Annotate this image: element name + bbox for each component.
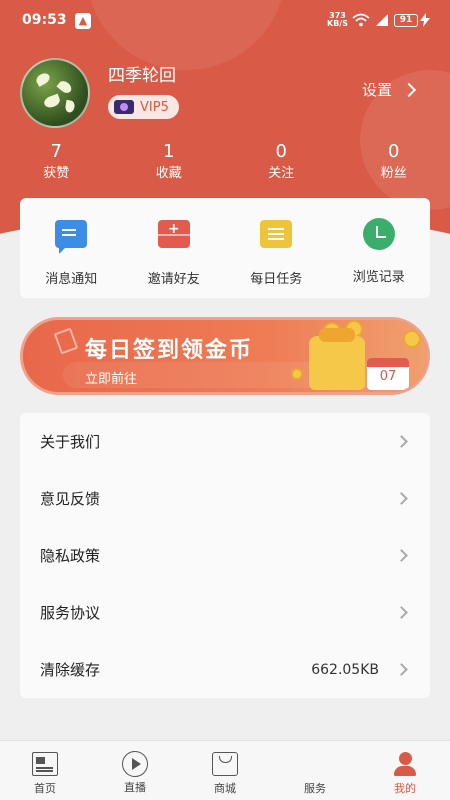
menu-item-label: 清除缓存 bbox=[40, 661, 101, 679]
vip-icon bbox=[114, 100, 134, 114]
chevron-right-icon bbox=[401, 82, 417, 97]
banner-title: 每日签到领金币 bbox=[85, 338, 254, 363]
status-time: 09:53 bbox=[22, 12, 67, 28]
home-icon bbox=[32, 752, 58, 776]
vip-badge[interactable]: VIP5 bbox=[108, 95, 179, 119]
bottom-tab-bar: 首页 直播 商城 服务 我的 bbox=[0, 740, 450, 800]
stat-value: 7 bbox=[50, 141, 62, 162]
avatar-flower bbox=[64, 99, 76, 114]
menu-item-label: 服务协议 bbox=[40, 604, 101, 622]
network-speed: 373 KB/S bbox=[327, 12, 348, 28]
tab-mall[interactable]: 商城 bbox=[180, 741, 270, 800]
settings-menu: 关于我们 意见反馈 隐私政策 服务协议 清除缓存 662.05KB bbox=[20, 413, 430, 698]
stat-value: 0 bbox=[275, 141, 287, 162]
task-icon bbox=[260, 220, 293, 248]
avatar-flower bbox=[34, 71, 52, 87]
stat-value: 1 bbox=[163, 141, 175, 162]
checkin-banner[interactable]: 每日签到领金币 立即前往 07 bbox=[20, 317, 430, 395]
menu-item-clear-cache[interactable]: 清除缓存 662.05KB bbox=[20, 641, 430, 698]
coin-icon bbox=[291, 368, 303, 380]
quick-action-label: 浏览记录 bbox=[352, 270, 405, 285]
calendar-day: 07 bbox=[379, 369, 397, 384]
wifi-icon bbox=[352, 13, 370, 27]
avatar-flower bbox=[56, 78, 74, 96]
quick-action-label: 消息通知 bbox=[45, 272, 98, 287]
settings-label: 设置 bbox=[362, 81, 393, 99]
mall-icon bbox=[212, 752, 238, 776]
chevron-right-icon bbox=[395, 606, 408, 619]
service-icon bbox=[302, 752, 328, 776]
chevron-right-icon bbox=[395, 549, 408, 562]
notification-app-icon: ▲ bbox=[75, 13, 91, 29]
avatar[interactable] bbox=[20, 58, 90, 128]
banner-subtitle: 立即前往 bbox=[85, 372, 138, 387]
stat-following[interactable]: 0 关注 bbox=[225, 140, 338, 184]
stat-label: 关注 bbox=[268, 166, 295, 181]
quick-action-history[interactable]: 浏览记录 bbox=[328, 198, 431, 298]
quick-action-daily-task[interactable]: 每日任务 bbox=[225, 198, 328, 298]
stat-favorites[interactable]: 1 收藏 bbox=[113, 140, 226, 184]
chevron-right-icon bbox=[395, 492, 408, 505]
gold-bag-icon bbox=[309, 328, 365, 390]
status-bar: 09:53 ▲ 373 KB/S 91 bbox=[0, 0, 450, 42]
tab-label: 商城 bbox=[214, 782, 236, 795]
signal-icon bbox=[376, 14, 388, 26]
battery-icon: 91 bbox=[394, 14, 418, 27]
quick-action-label: 邀请好友 bbox=[147, 272, 200, 287]
coin-icon bbox=[403, 330, 421, 348]
history-icon bbox=[362, 218, 395, 250]
quick-actions-card: 消息通知 邀请好友 每日任务 浏览记录 bbox=[20, 198, 430, 298]
menu-item-label: 意见反馈 bbox=[40, 490, 101, 508]
avatar-flower bbox=[42, 93, 62, 110]
menu-item-terms[interactable]: 服务协议 bbox=[20, 584, 430, 641]
tab-label: 我的 bbox=[394, 782, 416, 795]
menu-item-label: 隐私政策 bbox=[40, 547, 101, 565]
stat-likes[interactable]: 7 获赞 bbox=[0, 140, 113, 184]
vip-label: VIP5 bbox=[140, 99, 169, 115]
stat-followers[interactable]: 0 粉丝 bbox=[338, 140, 450, 184]
quick-action-invite[interactable]: 邀请好友 bbox=[123, 198, 226, 298]
tab-service[interactable]: 服务 bbox=[270, 741, 360, 800]
tab-label: 服务 bbox=[304, 782, 326, 795]
tab-label: 首页 bbox=[34, 782, 56, 795]
network-speed-unit: KB/S bbox=[327, 19, 348, 28]
stat-label: 获赞 bbox=[43, 166, 70, 181]
invite-icon bbox=[157, 220, 190, 248]
stat-label: 粉丝 bbox=[380, 166, 407, 181]
stat-label: 收藏 bbox=[155, 166, 182, 181]
tab-me[interactable]: 我的 bbox=[360, 741, 450, 800]
menu-item-privacy[interactable]: 隐私政策 bbox=[20, 527, 430, 584]
chevron-right-icon bbox=[395, 663, 408, 676]
menu-item-label: 关于我们 bbox=[40, 433, 101, 451]
username[interactable]: 四季轮回 bbox=[108, 61, 176, 86]
charging-icon bbox=[420, 13, 430, 27]
tab-live[interactable]: 直播 bbox=[90, 741, 180, 800]
menu-item-feedback[interactable]: 意见反馈 bbox=[20, 470, 430, 527]
quick-action-label: 每日任务 bbox=[250, 272, 303, 287]
stats-row: 7 获赞 1 收藏 0 关注 0 粉丝 bbox=[0, 140, 450, 184]
settings-button[interactable]: 设置 bbox=[362, 79, 417, 100]
stat-value: 0 bbox=[388, 141, 400, 162]
chevron-right-icon bbox=[395, 435, 408, 448]
cache-size: 662.05KB bbox=[311, 661, 379, 678]
me-icon bbox=[392, 752, 418, 776]
menu-item-about[interactable]: 关于我们 bbox=[20, 413, 430, 470]
calendar-icon: 07 bbox=[367, 358, 409, 390]
tab-label: 直播 bbox=[124, 781, 146, 794]
quick-action-messages[interactable]: 消息通知 bbox=[20, 198, 123, 298]
live-icon bbox=[122, 751, 148, 777]
message-icon bbox=[55, 220, 88, 254]
tab-home[interactable]: 首页 bbox=[0, 741, 90, 800]
